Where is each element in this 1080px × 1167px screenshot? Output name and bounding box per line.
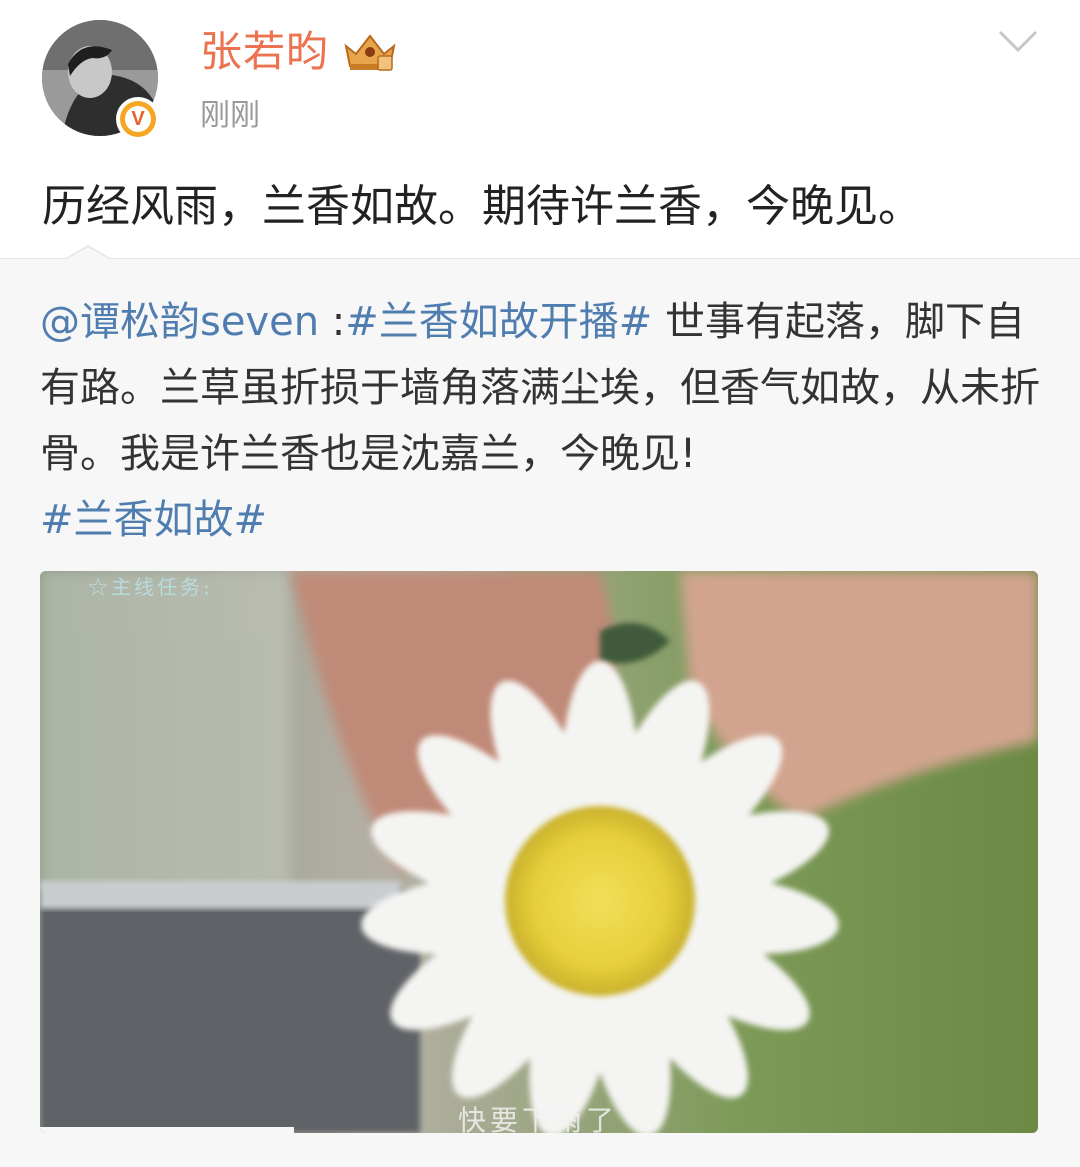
post-header: V 张若昀 刚刚 历经风雨，兰香如故。期待许兰香，今晚见。 bbox=[0, 0, 1080, 258]
post-text: 历经风雨，兰香如故。期待许兰香，今晚见。 bbox=[42, 181, 922, 232]
video-subtitle: 快要下雨了 bbox=[458, 1104, 619, 1133]
repost-text: @谭松韵seven :#兰香如故开播# 世事有起落，脚下自有路。兰草虽折损于墙角… bbox=[40, 289, 1040, 553]
hashtag-link[interactable]: #兰香如故开播# bbox=[345, 299, 652, 345]
username[interactable]: 张若昀 bbox=[200, 24, 329, 80]
overlay-top-text: ☆主线任务: bbox=[88, 575, 213, 599]
chevron-down-icon[interactable] bbox=[996, 26, 1040, 56]
post-time: 刚刚 bbox=[200, 98, 260, 133]
video-thumbnail[interactable]: ☆主线任务: 快要下雨了 bbox=[40, 571, 1038, 1133]
verified-v-icon: V bbox=[116, 97, 160, 141]
crown-member-icon[interactable] bbox=[340, 30, 400, 74]
repost-separator: : bbox=[319, 299, 346, 345]
mention-link[interactable]: @谭松韵seven bbox=[40, 299, 319, 345]
daisy-image bbox=[40, 571, 1038, 1133]
hashtag-link-2[interactable]: #兰香如故# bbox=[40, 497, 267, 543]
repost-card[interactable]: @谭松韵seven :#兰香如故开播# 世事有起落，脚下自有路。兰草虽折损于墙角… bbox=[0, 245, 1080, 1167]
video-progress-bar bbox=[40, 1127, 295, 1133]
